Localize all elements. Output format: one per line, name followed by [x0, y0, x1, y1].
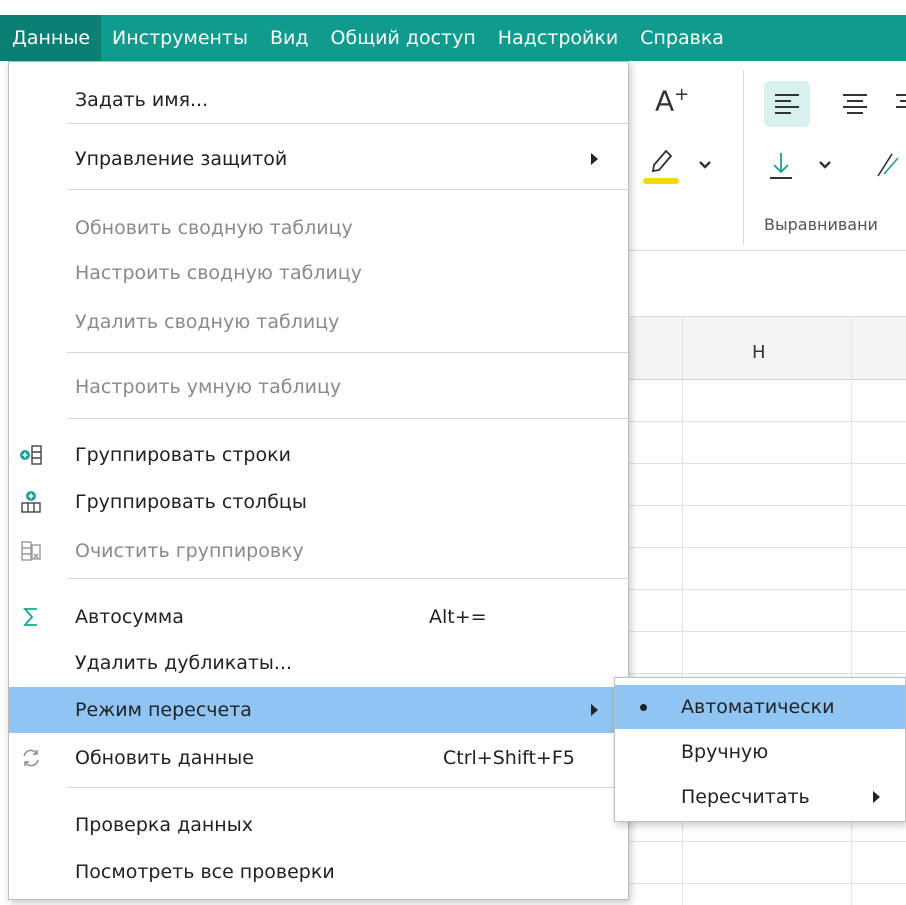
menu-item-shortcut: Ctrl+Shift+F5 — [443, 747, 575, 769]
menu-item-refresh-data[interactable]: Обновить данные Ctrl+Shift+F5 — [9, 735, 628, 781]
menu-item-view-all-validations[interactable]: Посмотреть все проверки — [9, 849, 628, 895]
increase-font-size-button[interactable]: A+ — [655, 84, 689, 117]
menu-item-label: Группировать столбцы — [75, 491, 307, 513]
menu-separator — [67, 578, 628, 579]
menu-item-protection[interactable]: Управление защитой — [9, 136, 628, 182]
data-menu-dropdown: Задать имя... Управление защитой Обновит… — [8, 61, 629, 900]
chevron-down-icon — [819, 161, 831, 169]
align-left-button[interactable] — [764, 81, 810, 127]
grid-row-line — [628, 463, 906, 464]
menu-item-label: Управление защитой — [75, 148, 288, 170]
submenu-arrow-icon — [591, 704, 598, 716]
menu-separator — [67, 418, 628, 419]
align-right-icon — [896, 94, 906, 108]
font-size-plus: + — [674, 84, 690, 105]
menu-item-label: Автосумма — [75, 606, 184, 628]
menu-item-data-validation[interactable]: Проверка данных — [9, 802, 628, 848]
grid-row-line — [628, 883, 906, 884]
submenu-item-label: Автоматически — [681, 696, 835, 718]
menu-item-calculation-mode[interactable]: Режим пересчета — [9, 687, 628, 733]
menu-item-label: Проверка данных — [75, 814, 253, 836]
grid-row-line — [628, 589, 906, 590]
menu-item-remove-duplicates[interactable]: Удалить дубликаты... — [9, 640, 628, 686]
menu-item-configure-smart-table[interactable]: Настроить умную таблицу — [9, 364, 628, 410]
menu-item-refresh-pivot[interactable]: Обновить сводную таблицу — [9, 205, 628, 251]
selected-bullet-icon — [640, 703, 647, 711]
align-right-button[interactable] — [890, 81, 906, 127]
align-center-button[interactable] — [832, 81, 878, 127]
menu-item-configure-pivot[interactable]: Настроить сводную таблицу — [9, 250, 628, 296]
submenu-arrow-icon — [873, 791, 880, 803]
highlighter-icon — [643, 149, 679, 184]
column-header-row — [628, 317, 906, 380]
menu-addons[interactable]: Надстройки — [487, 15, 629, 61]
text-rotation-icon — [877, 153, 899, 177]
menu-separator — [67, 787, 628, 788]
toolbar-divider — [743, 70, 744, 245]
menu-item-group-rows[interactable]: Группировать строки — [9, 432, 628, 478]
menu-item-label: Настроить умную таблицу — [75, 376, 342, 398]
menu-separator — [67, 123, 628, 124]
submenu-item-label: Вручную — [681, 741, 769, 763]
toolbar-bottom-border — [628, 250, 906, 251]
grid-row-line — [628, 547, 906, 548]
menu-item-clear-grouping[interactable]: Очистить группировку — [9, 528, 628, 574]
vertical-align-button[interactable] — [762, 140, 852, 190]
menu-separator — [67, 189, 628, 190]
highlight-color-button[interactable] — [640, 140, 720, 190]
column-header-h[interactable]: H — [752, 342, 766, 363]
menu-bar: Данные Инструменты Вид Общий доступ Надс… — [0, 15, 906, 61]
menu-item-define-name[interactable]: Задать имя... — [9, 77, 628, 123]
chevron-down-icon — [699, 161, 711, 169]
menu-item-shortcut: Alt+= — [429, 606, 487, 628]
group-rows-icon — [19, 443, 43, 467]
menu-item-label: Группировать строки — [75, 444, 291, 466]
menu-item-label: Обновить сводную таблицу — [75, 217, 353, 239]
menu-item-label: Задать имя... — [75, 89, 209, 111]
menu-sharing[interactable]: Общий доступ — [320, 15, 487, 61]
menu-separator — [67, 352, 628, 353]
align-center-icon — [843, 94, 867, 114]
menu-item-autosum[interactable]: Автосумма Alt+= — [9, 594, 628, 640]
clear-grouping-icon — [19, 539, 43, 563]
menu-item-label: Удалить дубликаты... — [75, 652, 293, 674]
grid-row-line — [628, 841, 906, 842]
text-orientation-button[interactable] — [868, 140, 906, 190]
grid-row-line — [628, 673, 906, 674]
submenu-item-label: Пересчитать — [681, 786, 810, 808]
menu-item-label: Очистить группировку — [75, 540, 304, 562]
menu-tools[interactable]: Инструменты — [101, 15, 259, 61]
grid-row-line — [628, 421, 906, 422]
align-bottom-icon — [770, 153, 792, 179]
align-left-icon — [775, 94, 799, 114]
menu-item-label: Удалить сводную таблицу — [75, 311, 340, 333]
submenu-item-automatic[interactable]: Автоматически — [615, 685, 905, 729]
menu-item-label: Режим пересчета — [75, 699, 252, 721]
menu-data[interactable]: Данные — [0, 15, 102, 61]
menu-help[interactable]: Справка — [629, 15, 735, 61]
menu-item-label: Настроить сводную таблицу — [75, 262, 362, 284]
grid-row-line — [628, 505, 906, 506]
calculation-mode-submenu: Автоматически Вручную Пересчитать — [614, 677, 906, 822]
group-columns-icon — [19, 490, 43, 514]
menu-view[interactable]: Вид — [259, 15, 320, 61]
refresh-icon — [19, 746, 43, 770]
submenu-item-manual[interactable]: Вручную — [615, 730, 905, 774]
alignment-group-label: Выравнивани — [764, 215, 878, 234]
menu-item-label: Посмотреть все проверки — [75, 861, 335, 883]
menu-item-label: Обновить данные — [75, 747, 254, 769]
menu-item-group-columns[interactable]: Группировать столбцы — [9, 479, 628, 525]
menu-item-delete-pivot[interactable]: Удалить сводную таблицу — [9, 299, 628, 345]
font-size-glyph: A — [655, 84, 675, 118]
sigma-icon — [19, 605, 43, 629]
grid-row-line — [628, 631, 906, 632]
submenu-item-recalculate[interactable]: Пересчитать — [615, 775, 905, 819]
submenu-arrow-icon — [591, 153, 598, 165]
